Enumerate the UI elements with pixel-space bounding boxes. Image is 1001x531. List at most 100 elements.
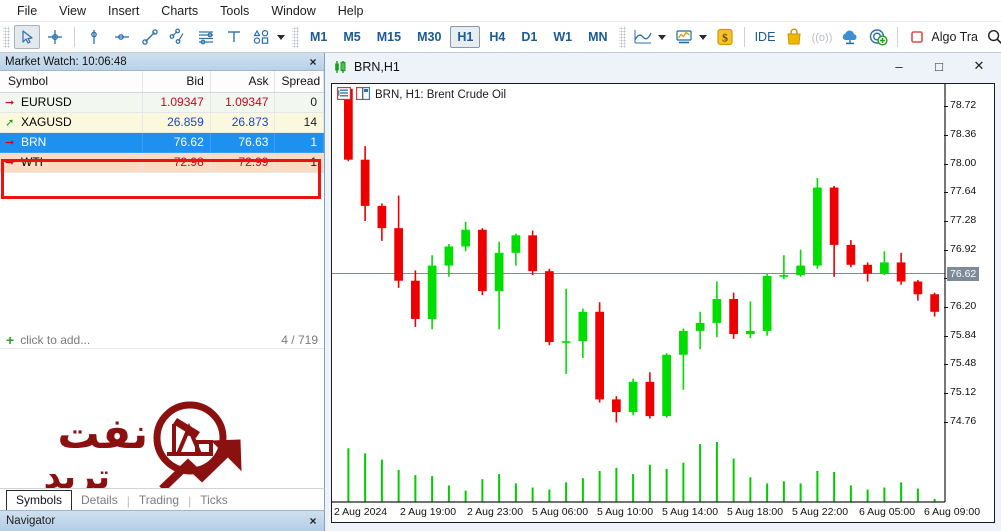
tab-details[interactable]: Details [72,491,127,510]
fibonacci-icon[interactable] [193,25,219,49]
price-tick-mark [944,249,948,251]
price-tick-label: 75.84 [950,328,977,341]
symbol-cell[interactable]: ➞ EURUSD [0,92,143,113]
timeframe-m5[interactable]: M5 [336,26,367,48]
text-label-icon[interactable] [221,25,247,49]
market-watch-panel: Market Watch: 10:06:48 × Symbol Bid Ask … [0,53,325,508]
market-bag-icon[interactable] [781,25,807,49]
price-tick-mark [944,192,948,194]
chart-properties-icon[interactable] [356,87,370,103]
table-row[interactable]: ➚ XAGUSD 26.859 26.873 14 [0,112,324,133]
toolbar-grip-2[interactable] [292,26,299,48]
symbol-cell[interactable]: ➞ BRN [0,132,143,153]
price-tick-label: 74.76 [950,414,977,427]
algo-trading-toggle-icon[interactable] [904,25,930,49]
spread-cell: 0 [274,92,324,113]
timeframe-m1[interactable]: M1 [303,26,334,48]
timeframe-h1[interactable]: H1 [450,26,481,48]
spread-cell: 1 [274,132,324,153]
current-price-badge: 76.62 [947,266,980,281]
chart-canvas[interactable]: BRN, H1: Brent Crude Oil 78.72 78.36 78.00… [331,83,995,523]
table-row[interactable]: ➞ WTI 72.98 72.99 1 [0,152,324,173]
symbol-label: BRN [21,135,47,149]
time-tick-label: 2 Aug 2024 [334,506,388,518]
maximize-button[interactable]: □ [919,53,959,79]
table-row[interactable]: ➞ EURUSD 1.09347 1.09347 0 [0,92,324,113]
timeframe-m30[interactable]: M30 [410,26,448,48]
tab-symbols[interactable]: Symbols [6,490,73,511]
market-watch-close-icon[interactable]: × [306,55,320,69]
equidistant-channel-icon[interactable] [165,25,191,49]
data-window-icon[interactable] [337,87,351,103]
timeframe-m15[interactable]: M15 [370,26,408,48]
price-axis[interactable]: 78.7278.3678.0077.6477.2876.9276.5676.20… [944,84,994,502]
price-tick-label: 75.12 [950,386,977,398]
timeframe-h4[interactable]: H4 [482,26,512,48]
symbol-cell[interactable]: ➞ WTI [0,152,143,173]
cursor-arrow-icon[interactable] [14,25,40,49]
navigator-close-icon[interactable]: × [306,514,320,528]
menu-file[interactable]: File [6,2,48,20]
table-header-row: Symbol Bid Ask Spread [0,71,324,93]
symbol-count-label: 4 / 719 [281,332,318,347]
shapes-dropdown-caret-icon[interactable] [277,34,285,40]
table-row-selected[interactable]: ➞ BRN 76.62 76.63 1 [0,132,324,153]
time-tick-label: 6 Aug 09:00 [924,506,981,518]
toolbar-separator-3 [897,27,899,47]
close-button[interactable]: ✕ [959,53,999,79]
spread-cell: 1 [274,152,324,173]
chart-horizontal-scrollbar[interactable] [331,523,995,529]
chart-type-caret-icon[interactable] [657,34,666,40]
ask-cell: 76.63 [210,132,276,153]
ask-cell: 1.09347 [210,92,276,113]
price-tick-mark [944,135,948,136]
tab-ticks[interactable]: Ticks [191,491,237,510]
menu-window[interactable]: Window [260,2,326,20]
market-watch-add-row[interactable]: + click to add... 4 / 719 [0,331,324,350]
oil-pump-jack-icon: نفت ترید [40,384,300,504]
algo-trading-label[interactable]: Algo Tra [931,30,978,44]
market-watch-title-bar: Market Watch: 10:06:48 × [0,53,324,71]
time-axis[interactable]: 2 Aug 2024 2 Aug 19:00 2 Aug 23:00 5 Aug 06… [332,503,994,522]
indicators-icon[interactable] [671,25,697,49]
timeframe-mn[interactable]: MN [581,26,614,48]
column-header-spread[interactable]: Spread [274,71,324,93]
price-tick-label: 78.72 [950,99,977,112]
symbol-cell[interactable]: ➚ XAGUSD [0,112,143,133]
column-header-symbol[interactable]: Symbol [0,71,143,93]
shapes-icon[interactable] [249,25,275,49]
menu-view[interactable]: View [48,2,97,20]
mt5-application-window: File View Insert Charts Tools Window Hel… [0,0,1001,531]
cloud-icon[interactable] [837,25,863,49]
toolbar-grip-3[interactable] [618,26,626,48]
menu-help[interactable]: Help [327,2,375,20]
toolbar-grip[interactable] [3,26,10,48]
timeframe-d1[interactable]: D1 [514,26,544,48]
price-tick-label: 76.92 [950,242,977,255]
trend-up-icon: ➚ [5,117,15,129]
trendline-icon[interactable] [137,25,163,49]
vertical-line-icon[interactable] [81,25,107,49]
search-icon[interactable] [982,25,1001,49]
menu-tools[interactable]: Tools [209,2,260,20]
algo-trading-icon[interactable] [865,25,891,49]
window-controls: – □ ✕ [879,53,999,79]
svg-text:((o)): ((o)) [812,32,833,44]
crosshair-icon[interactable] [42,25,68,49]
timeframe-w1[interactable]: W1 [546,26,579,48]
signals-icon[interactable]: ((o)) [809,25,835,49]
horizontal-line-icon[interactable] [109,25,135,49]
menu-charts[interactable]: Charts [150,2,209,20]
dollar-icon[interactable]: $ [712,25,738,49]
ide-button[interactable]: IDE [750,27,781,47]
column-header-ask[interactable]: Ask [210,71,276,93]
tab-trading[interactable]: Trading [130,491,188,510]
column-header-bid[interactable]: Bid [142,71,211,93]
navigator-panel-title-bar: Navigator × [0,510,325,531]
chart-type-icon[interactable] [630,25,656,49]
svg-text:$: $ [722,31,728,45]
minimize-button[interactable]: – [879,53,919,79]
trend-down-icon: ➞ [5,137,15,149]
indicators-caret-icon[interactable] [698,34,707,40]
menu-insert[interactable]: Insert [97,2,150,20]
